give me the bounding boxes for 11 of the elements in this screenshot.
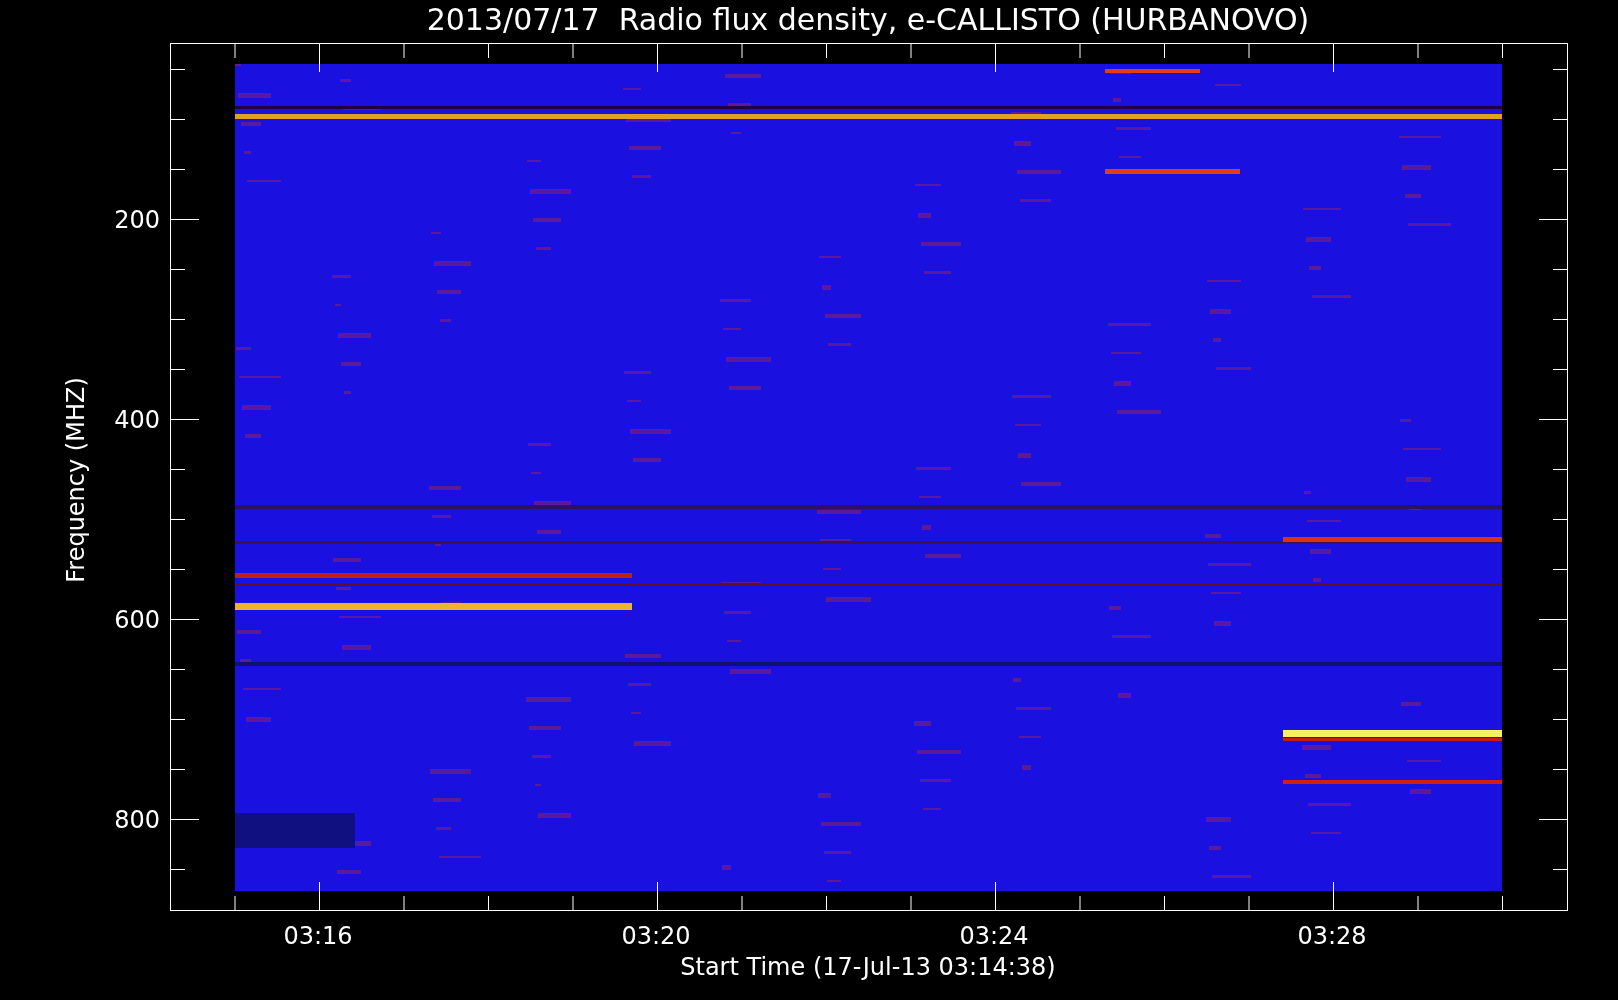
x-tick-label: 03:24 [959, 922, 1029, 950]
y-axis-label: Frequency (MHZ) [62, 377, 90, 583]
x-tick-label: 03:28 [1297, 922, 1367, 950]
y-tick-label: 800 [114, 806, 160, 834]
y-tick-label: 600 [114, 606, 160, 634]
x-tick-label: 03:16 [283, 922, 353, 950]
y-tick-label: 200 [114, 206, 160, 234]
chart-title: 2013/07/17 Radio flux density, e-CALLISTO (HURBANOVO) [426, 2, 1310, 37]
x-axis-label: Start Time (17-Jul-13 03:14:38) [680, 953, 1056, 981]
x-tick-label: 03:20 [621, 922, 691, 950]
y-tick-label: 400 [114, 406, 160, 434]
